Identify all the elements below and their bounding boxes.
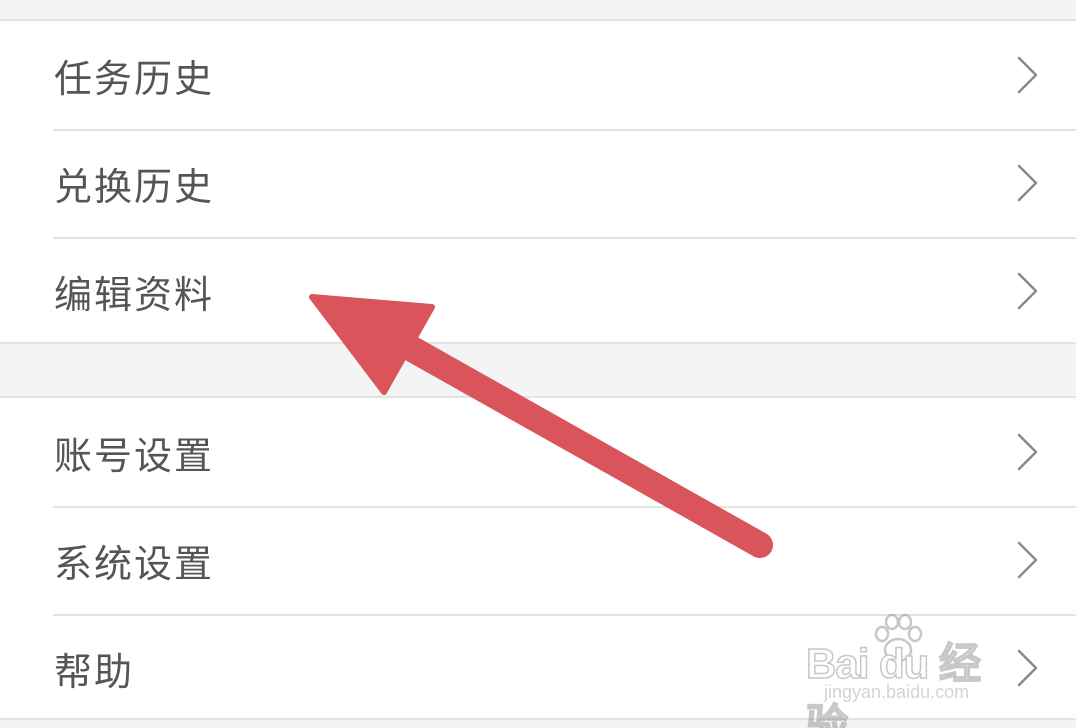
- chevron-right-icon: [1017, 433, 1038, 471]
- menu-group-1: 任务历史 兑换历史 编辑资料: [0, 19, 1076, 344]
- menu-item-edit-profile[interactable]: 编辑资料: [0, 237, 1076, 345]
- menu-item-label: 系统设置: [54, 541, 215, 586]
- menu-item-label: 帮助: [54, 649, 135, 694]
- menu-item-label: 编辑资料: [54, 272, 215, 317]
- menu-item-help[interactable]: 帮助: [0, 614, 1076, 722]
- chevron-right-icon: [1017, 164, 1038, 202]
- menu-item-label: 兑换历史: [54, 164, 215, 209]
- menu-item-label: 账号设置: [54, 433, 215, 478]
- chevron-right-icon: [1017, 272, 1038, 310]
- menu-item-exchange-history[interactable]: 兑换历史: [0, 129, 1076, 237]
- menu-item-label: 任务历史: [54, 56, 215, 101]
- menu-item-system-settings[interactable]: 系统设置: [0, 506, 1076, 614]
- menu-group-2: 账号设置 系统设置 帮助: [0, 396, 1076, 720]
- chevron-right-icon: [1017, 56, 1038, 94]
- menu-item-account-settings[interactable]: 账号设置: [0, 398, 1076, 506]
- settings-screen: 任务历史 兑换历史 编辑资料 账号设置 系统设置 帮助 Bai du 经验 ji…: [0, 0, 1076, 728]
- menu-item-task-history[interactable]: 任务历史: [0, 21, 1076, 129]
- chevron-right-icon: [1017, 541, 1038, 579]
- chevron-right-icon: [1017, 649, 1038, 687]
